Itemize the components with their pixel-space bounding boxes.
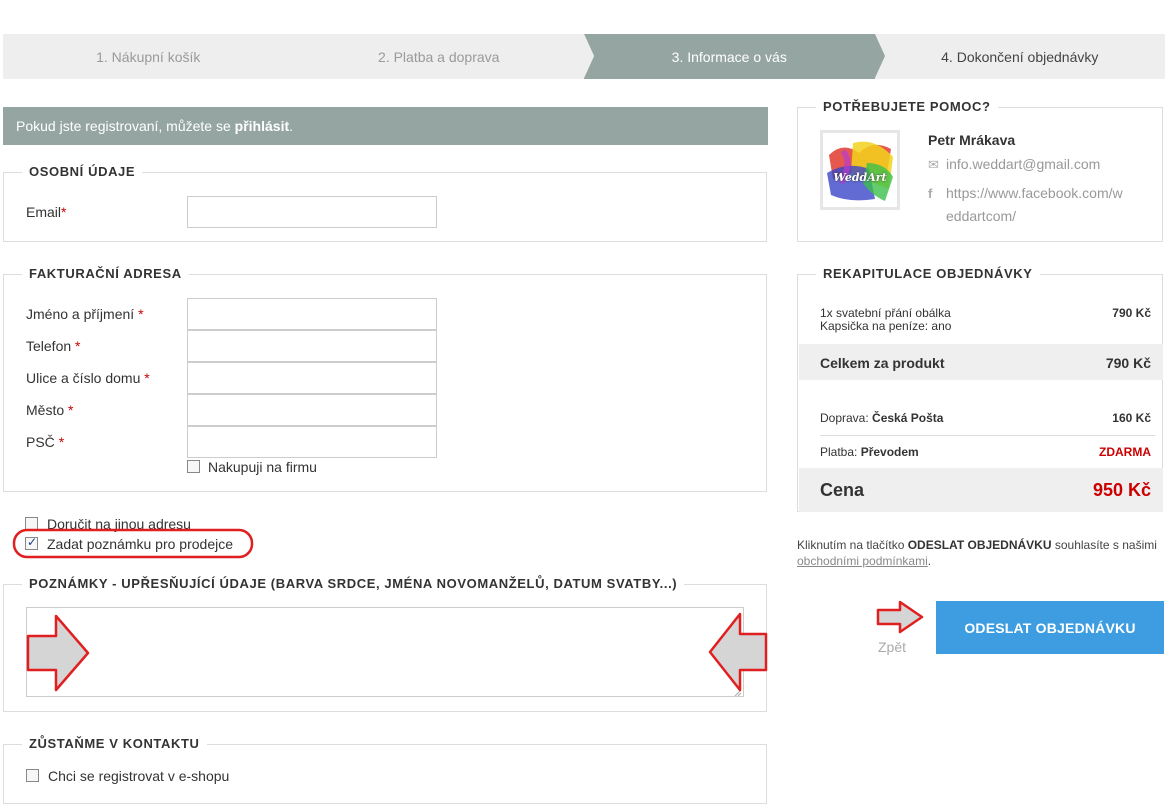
contact-legend: ZŮSTAŇME V KONTAKTU — [22, 736, 207, 751]
zip-label: PSČ * — [26, 434, 65, 450]
summary-legend: REKAPITULACE OBJEDNÁVKY — [816, 266, 1040, 281]
contact-facebook-row: f https://www.facebook.com/w eddartcom/ — [928, 182, 1158, 227]
city-label: Město * — [26, 402, 74, 418]
contact-email-row: ✉ info.weddart@gmail.com — [928, 153, 1100, 176]
terms-link[interactable]: obchodními podmínkami — [797, 554, 928, 568]
help-legend: POTŘEBUJETE POMOC? — [816, 99, 998, 114]
payment-price: ZDARMA — [1099, 445, 1151, 459]
company-checkbox[interactable] — [187, 460, 200, 473]
phone-input[interactable] — [187, 330, 437, 362]
shipping-method: Česká Pošta — [872, 411, 944, 425]
help-section: POTŘEBUJETE POMOC? WeddArt Petr Mrákava … — [797, 99, 1163, 242]
street-label: Ulice a číslo domu * — [26, 370, 150, 386]
payment-method: Převodem — [860, 445, 919, 459]
step-completion[interactable]: 4. Dokončení objednávky — [874, 34, 1165, 79]
email-input[interactable] — [187, 196, 437, 228]
grand-total-row: Cena 950 Kč — [820, 480, 1163, 501]
step-payment-label: 2. Platba a doprava — [378, 48, 500, 65]
checkout-steps: 1. Nákupní košík 2. Platba a doprava 3. … — [3, 34, 1165, 79]
billing-address-section: FAKTURAČNÍ ADRESA Jméno a příjmení * Tel… — [3, 266, 767, 492]
notes-section: POZNÁMKY - UPŘESŇUJÍCÍ ÚDAJE (BARVA SRDC… — [3, 576, 767, 712]
login-link[interactable]: přihlásit — [235, 118, 289, 134]
payment-label: Platba: — [820, 445, 858, 459]
envelope-icon: ✉ — [928, 157, 939, 172]
annotation-arrow-left-icon — [708, 612, 768, 692]
full-name-label: Jméno a příjmení * — [26, 306, 144, 322]
step-information[interactable]: 3. Informace o vás — [584, 34, 884, 79]
annotation-arrow-submit-icon — [876, 600, 924, 634]
personal-info-legend: OSOBNÍ ÚDAJE — [22, 164, 143, 179]
summary-divider — [820, 435, 1155, 436]
register-checkbox[interactable] — [26, 769, 39, 782]
product-total-row: Celkem za produkt 790 Kč — [820, 355, 1163, 371]
order-summary-section: REKAPITULACE OBJEDNÁVKY 1x svatební přán… — [797, 266, 1163, 512]
item-price: 790 Kč — [1112, 306, 1151, 320]
zip-input[interactable] — [187, 426, 437, 458]
notes-textarea[interactable] — [26, 607, 744, 697]
personal-info-section: OSOBNÍ ÚDAJE Email* — [3, 164, 767, 242]
annotation-highlight-ellipse — [12, 528, 254, 559]
street-input[interactable] — [187, 362, 437, 394]
seller-logo: WeddArt — [820, 130, 900, 210]
login-notice-suffix: . — [289, 118, 294, 134]
contact-person-name: Petr Mrákava — [928, 132, 1016, 148]
notes-legend: POZNÁMKY - UPŘESŇUJÍCÍ ÚDAJE (BARVA SRDC… — [22, 576, 685, 591]
company-checkbox-label: Nakupuji na firmu — [208, 459, 317, 475]
product-total-value: 790 Kč — [1105, 355, 1151, 371]
contact-section: ZŮSTAŇME V KONTAKTU Chci se registrovat … — [3, 736, 767, 804]
shipping-row: Doprava: Česká Pošta 160 Kč — [820, 411, 1163, 425]
contact-facebook-link[interactable]: https://www.facebook.com/w eddartcom/ — [928, 185, 1123, 224]
shipping-price: 160 Kč — [1112, 411, 1151, 425]
step-cart[interactable]: 1. Nákupní košík — [3, 34, 303, 79]
logo-text: WeddArt — [833, 171, 887, 184]
login-notice-text: Pokud jste registrovaní, můžete se — [16, 118, 231, 134]
login-notice: Pokud jste registrovaní, můžete se přihl… — [3, 107, 768, 145]
city-input[interactable] — [187, 394, 437, 426]
shipping-label: Doprava: — [820, 411, 869, 425]
step-completion-label: 4. Dokončení objednávky — [941, 48, 1099, 65]
step-info-label: 3. Informace o vás — [671, 48, 787, 65]
phone-label: Telefon * — [26, 338, 81, 354]
annotation-arrow-right-icon — [26, 614, 90, 692]
payment-row: Platba: Převodem ZDARMA — [820, 445, 1163, 459]
contact-email-link[interactable]: info.weddart@gmail.com — [946, 156, 1100, 172]
step-cart-label: 1. Nákupní košík — [96, 48, 201, 65]
step-payment-shipping[interactable]: 2. Platba a doprava — [293, 34, 594, 79]
summary-item-row: 1x svatební přání obálka Kapsička na pen… — [820, 307, 1163, 333]
product-total-label: Celkem za produkt — [820, 355, 945, 371]
email-label: Email* — [26, 204, 67, 220]
item-option: Kapsička na peníze: ano — [820, 319, 952, 333]
submit-order-button[interactable]: ODESLAT OBJEDNÁVKU — [936, 601, 1164, 654]
grand-total-label: Cena — [820, 480, 865, 500]
grand-total-value: 950 Kč — [1092, 480, 1151, 500]
terms-agreement: Kliknutím na tlačítko ODESLAT OBJEDNÁVKU… — [797, 538, 1157, 568]
weddart-logo-icon — [823, 133, 897, 207]
billing-legend: FAKTURAČNÍ ADRESA — [22, 266, 189, 281]
full-name-input[interactable] — [187, 298, 437, 330]
register-label: Chci se registrovat v e-shopu — [48, 768, 230, 784]
facebook-icon: f — [928, 186, 933, 201]
back-link[interactable]: Zpět — [878, 639, 906, 655]
